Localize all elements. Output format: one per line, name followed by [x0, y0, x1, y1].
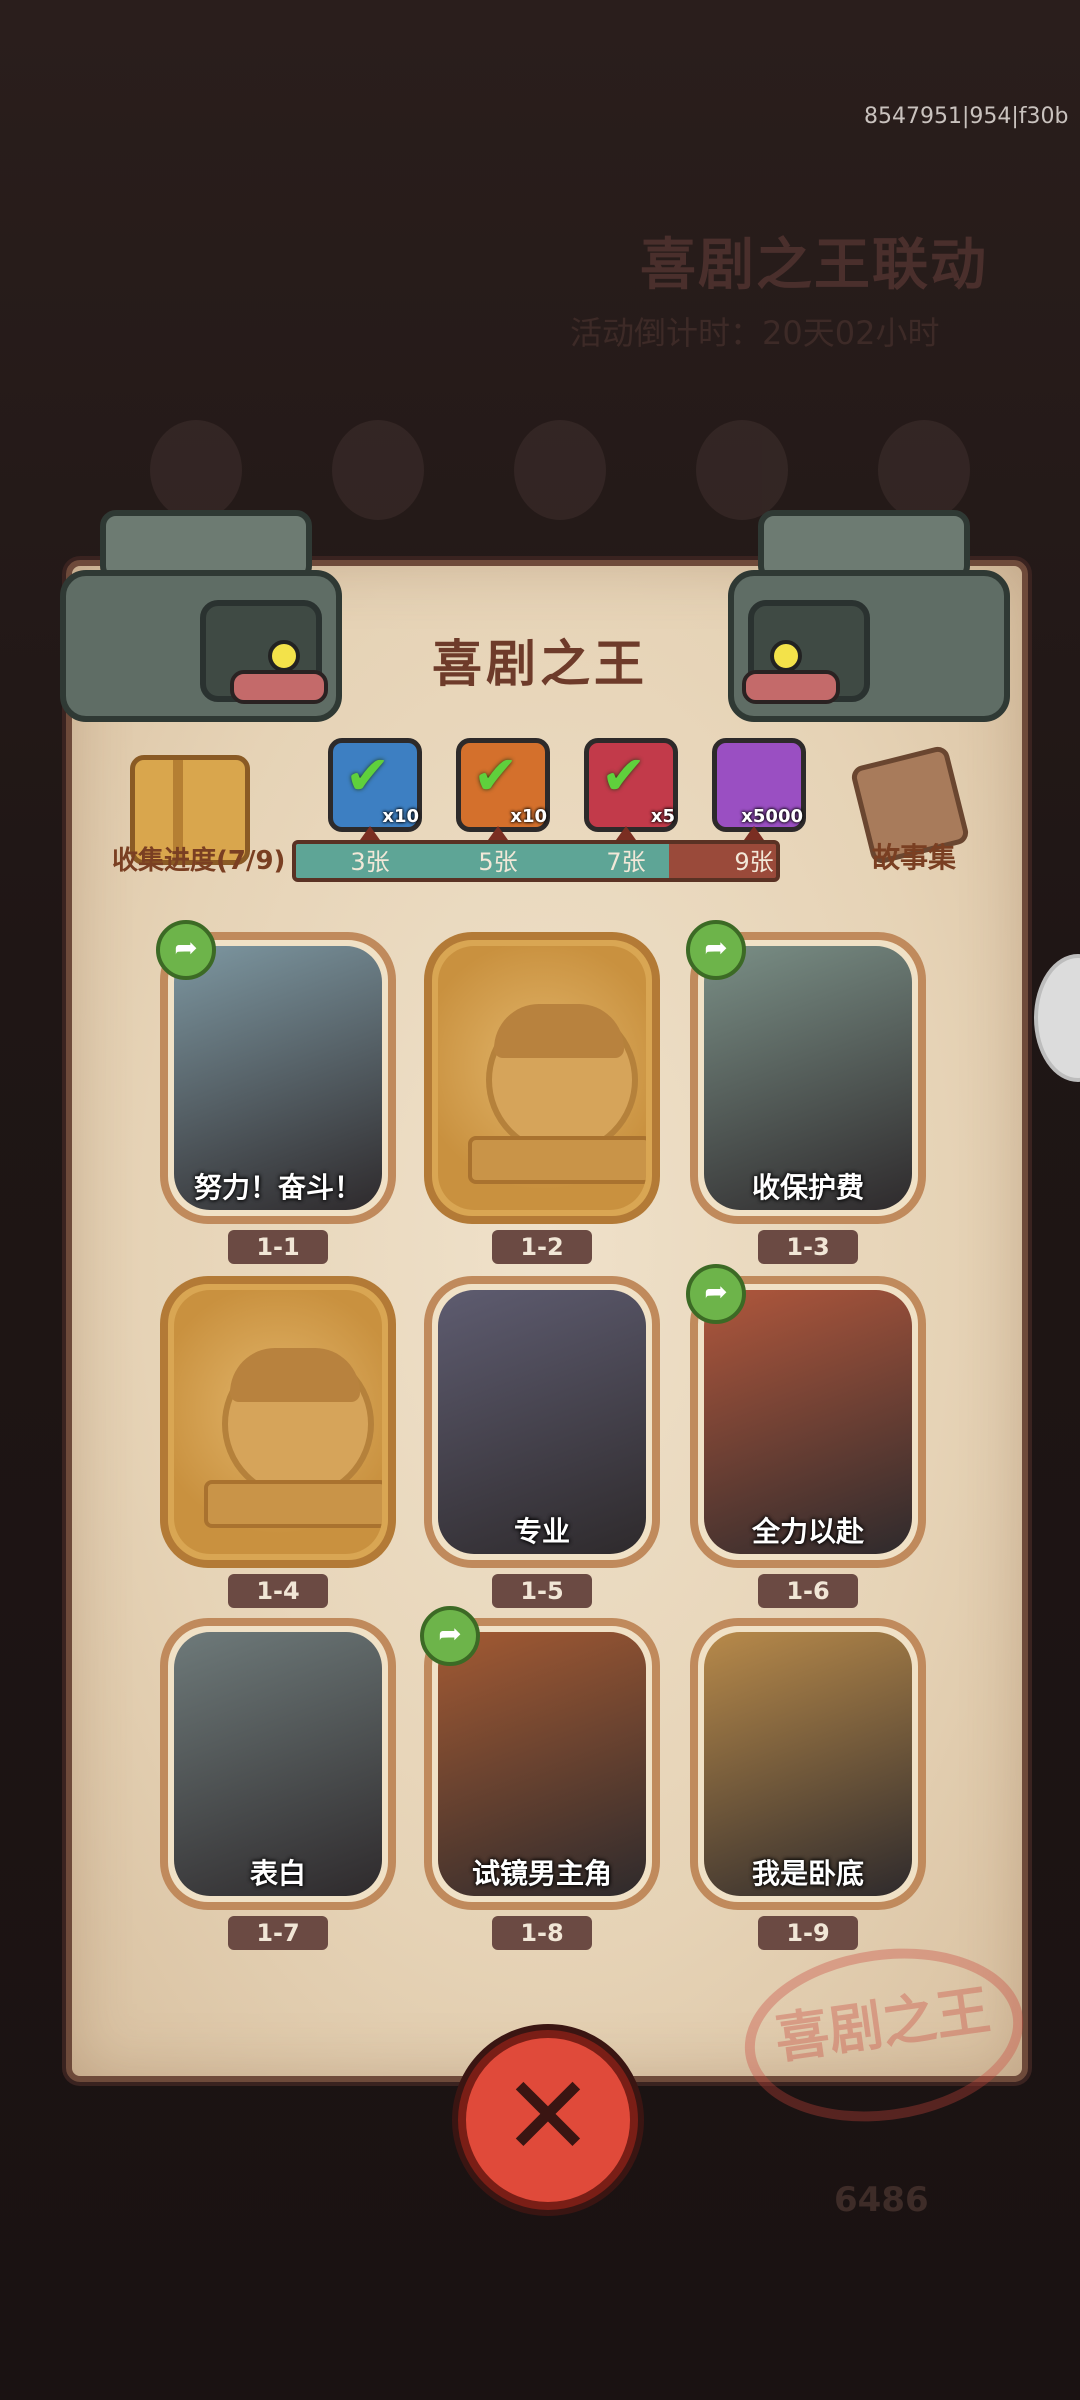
card-number-label: 1-7 — [228, 1916, 328, 1950]
reward-quantity: x5000 — [741, 806, 803, 827]
placeholder-hat — [494, 1004, 624, 1058]
close-icon: ✕ — [501, 2052, 595, 2180]
close-button[interactable]: ✕ — [458, 2030, 638, 2210]
story-card-1-3[interactable]: 收保护费 ➦ — [686, 920, 926, 1224]
story-card-1-5[interactable]: 专业 — [424, 1276, 660, 1568]
card-number-label: 1-2 — [492, 1230, 592, 1264]
milestone-reward-4[interactable]: x5000 — [712, 738, 806, 832]
placeholder-hat — [230, 1348, 360, 1402]
reward-quantity: x10 — [510, 806, 547, 827]
card-number-label: 1-3 — [758, 1230, 858, 1264]
story-collection-label[interactable]: 故事集 — [872, 836, 956, 876]
story-card-1-2[interactable] — [424, 932, 660, 1224]
milestone-label: 3张 — [350, 848, 390, 876]
card-caption: 全力以赴 — [751, 1515, 864, 1548]
card-caption: 表白 — [249, 1857, 306, 1890]
checkmark-icon: ✔ — [601, 744, 647, 807]
milestone-reward-3[interactable]: ✔ x5 — [584, 738, 678, 832]
milestone-label: 5张 — [478, 848, 518, 876]
card-number-label: 1-1 — [228, 1230, 328, 1264]
reward-quantity: x10 — [382, 806, 419, 827]
card-number-label: 1-8 — [492, 1916, 592, 1950]
checkmark-icon: ✔ — [345, 744, 391, 807]
card-number-label: 1-6 — [758, 1574, 858, 1608]
milestone-marker-icon — [744, 826, 764, 840]
card-number-label: 1-5 — [492, 1574, 592, 1608]
background-event-title: 喜剧之王联动 — [640, 233, 988, 298]
card-caption: 专业 — [513, 1515, 570, 1548]
card-number-label: 1-9 — [758, 1916, 858, 1950]
milestone-reward-1[interactable]: ✔ x10 — [328, 738, 422, 832]
story-card-1-7[interactable]: 表白 — [160, 1618, 396, 1910]
story-card-1-9[interactable]: 我是卧底 — [690, 1618, 926, 1910]
story-card-1-6[interactable]: 全力以赴 ➦ — [686, 1264, 926, 1568]
version-id: 8547951|954|f30b — [864, 104, 1069, 129]
placeholder-ribbon — [468, 1136, 646, 1184]
placeholder-ribbon — [204, 1480, 382, 1528]
card-caption: 试镜男主角 — [471, 1857, 612, 1890]
share-icon[interactable]: ➦ — [156, 920, 216, 980]
collection-progress-label: 收集进度(7/9) — [112, 846, 286, 876]
card-caption: 努力！奋斗！ — [193, 1171, 362, 1204]
story-card-1-4[interactable] — [160, 1276, 396, 1568]
card-number-label: 1-4 — [228, 1574, 328, 1608]
milestone-label: 9张 — [734, 848, 774, 876]
checkmark-icon: ✔ — [473, 744, 519, 807]
background-coin-count: 6486 — [834, 2180, 929, 2220]
reward-quantity: x5 — [650, 806, 675, 827]
milestone-reward-2[interactable]: ✔ x10 — [456, 738, 550, 832]
story-card-1-1[interactable]: 努力！奋斗！ ➦ — [156, 920, 396, 1224]
card-caption: 收保护费 — [751, 1171, 864, 1204]
share-icon[interactable]: ➦ — [686, 920, 746, 980]
background-event-timer: 活动倒计时：20天02小时 — [570, 314, 940, 352]
milestone-label: 7张 — [606, 848, 646, 876]
share-icon[interactable]: ➦ — [420, 1606, 480, 1666]
milestone-marker-icon — [488, 826, 508, 840]
story-card-1-8[interactable]: 试镜男主角 ➦ — [420, 1606, 660, 1910]
panel-title: 喜剧之王 — [432, 635, 648, 693]
card-caption: 我是卧底 — [751, 1857, 864, 1890]
locked-card-placeholder-icon — [174, 1290, 382, 1554]
milestone-marker-icon — [616, 826, 636, 840]
share-icon[interactable]: ➦ — [686, 1264, 746, 1324]
locked-card-placeholder-icon — [438, 946, 646, 1210]
milestone-marker-icon — [360, 826, 380, 840]
